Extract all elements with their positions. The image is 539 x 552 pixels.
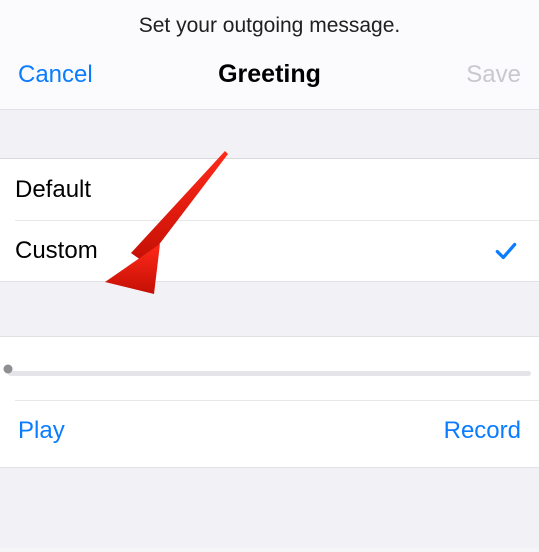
cancel-button[interactable]: Cancel [18,61,118,89]
navbar: Cancel Greeting Save [0,60,539,110]
option-default[interactable]: Default [0,158,539,220]
page-title: Greeting [118,60,421,89]
spacer [0,282,539,336]
spacer [0,468,539,548]
save-button: Save [421,61,521,89]
playback-progress[interactable] [0,337,539,400]
spacer [0,110,539,158]
instruction-caption: Set your outgoing message. [0,0,539,60]
greeting-options-list: Default Custom [0,158,539,282]
option-label: Custom [15,237,98,265]
play-button[interactable]: Play [18,417,65,445]
checkmark-icon [493,238,519,264]
recording-panel: Play Record [0,336,539,468]
record-button[interactable]: Record [444,417,521,445]
option-label: Default [15,176,91,204]
progress-track [8,371,531,376]
progress-knob[interactable] [4,364,13,373]
option-custom[interactable]: Custom [0,220,539,282]
